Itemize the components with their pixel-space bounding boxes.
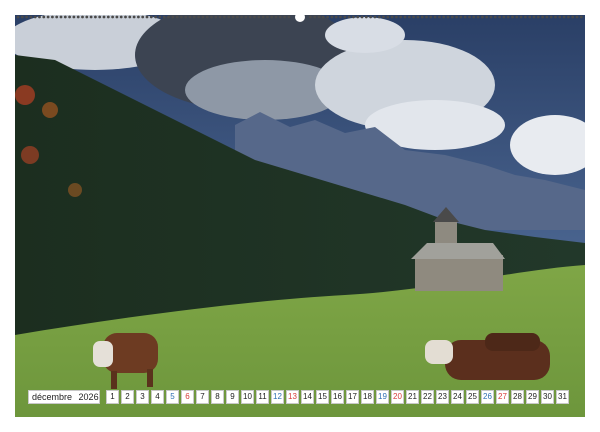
day-cell: 22 [421, 390, 434, 404]
calendar-strip: décembre 2026 1 2 3 4 5 6 7 8 9 10 11 12 13 14 15 16 17 1… [28, 390, 569, 404]
day-cell: 20 [391, 390, 404, 404]
day-cell: 8 [211, 390, 224, 404]
day-cell: 21 [406, 390, 419, 404]
year: 2026 [78, 392, 99, 402]
day-cell: 12 [271, 390, 284, 404]
day-cell: 24 [451, 390, 464, 404]
day-cell: 30 [541, 390, 554, 404]
day-cell: 23 [436, 390, 449, 404]
month-label: décembre 2026 [28, 390, 100, 404]
day-cell: 17 [346, 390, 359, 404]
day-cell: 5 [166, 390, 179, 404]
day-cell: 31 [556, 390, 569, 404]
landscape-photo [15, 15, 585, 417]
day-cell: 2 [121, 390, 134, 404]
day-cell: 16 [331, 390, 344, 404]
day-cell: 29 [526, 390, 539, 404]
day-cell: 9 [226, 390, 239, 404]
day-cell: 11 [256, 390, 269, 404]
day-cell: 13 [286, 390, 299, 404]
month-name: décembre [32, 392, 73, 402]
day-row: 1 2 3 4 5 6 7 8 9 10 11 12 13 14 15 16 17 18 19 20 21 22 23 24 2… [106, 390, 569, 404]
day-cell: 3 [136, 390, 149, 404]
day-cell: 25 [466, 390, 479, 404]
day-cell: 7 [196, 390, 209, 404]
day-cell: 10 [241, 390, 254, 404]
day-cell: 18 [361, 390, 374, 404]
calendar-page: décembre 2026 1 2 3 4 5 6 7 8 9 10 11 12 13 14 15 16 17 1… [0, 0, 600, 432]
day-cell: 14 [301, 390, 314, 404]
day-cell: 6 [181, 390, 194, 404]
day-cell: 15 [316, 390, 329, 404]
day-cell: 1 [106, 390, 119, 404]
hanger-hole [295, 12, 305, 22]
day-cell: 26 [481, 390, 494, 404]
spiral-binding [16, 12, 584, 22]
day-cell: 4 [151, 390, 164, 404]
day-cell: 28 [511, 390, 524, 404]
day-cell: 19 [376, 390, 389, 404]
day-cell: 27 [496, 390, 509, 404]
